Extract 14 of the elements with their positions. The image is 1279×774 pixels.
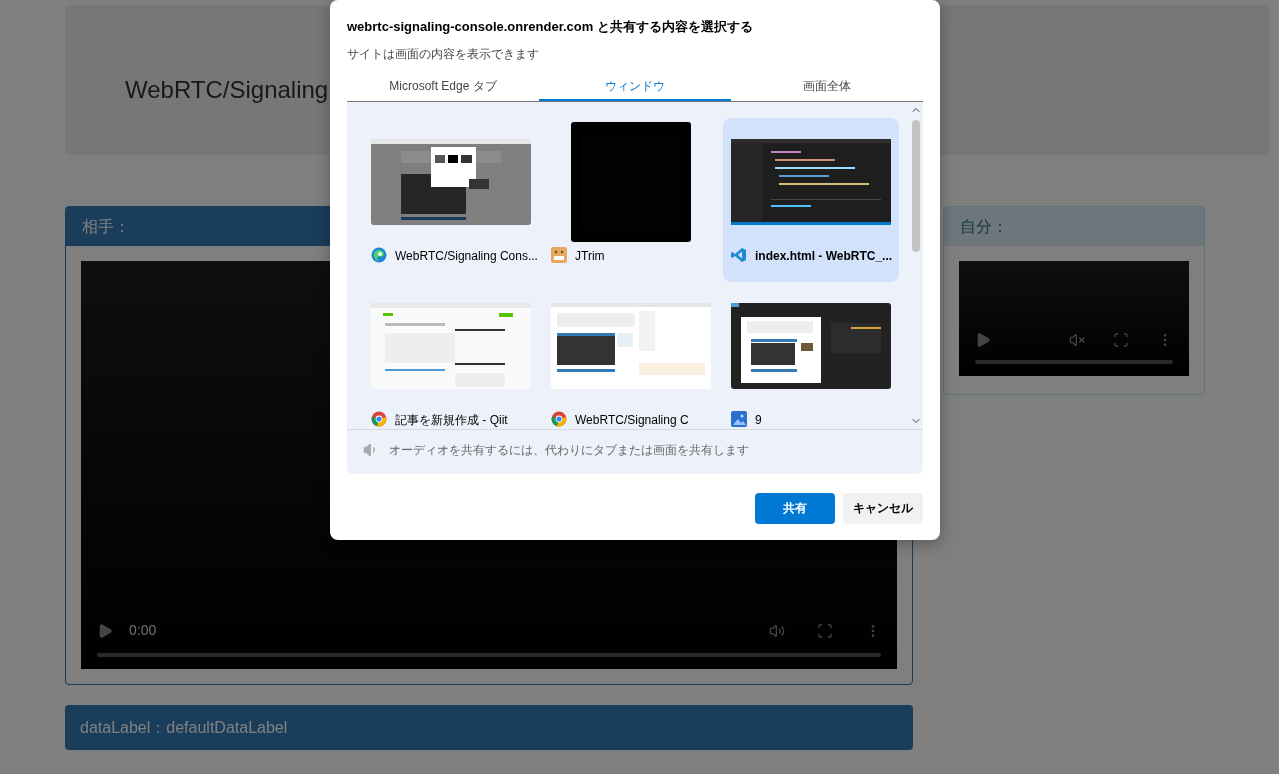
window-label: WebRTC/Signaling C	[575, 411, 689, 429]
window-label: index.html - WebRTC_...	[755, 247, 893, 265]
window-label: WebRTC/Signaling Cons...	[395, 247, 538, 265]
audio-note: オーディオを共有するには、代わりにタブまたは画面を共有します	[389, 441, 749, 459]
panel-title: 相手：	[82, 216, 130, 237]
dialog-title: webrtc-signaling-console.onrender.com と共有する内容を選択する	[347, 18, 754, 36]
page-title: WebRTC/Signaling	[125, 75, 329, 105]
panel-title: 自分：	[960, 216, 1008, 237]
window-label: 記事を新規作成 - Qiit	[395, 411, 508, 429]
dialog-subtitle: サイトは画面の内容を表示できます	[347, 45, 540, 63]
data-label: dataLabel：defaultDataLabel	[80, 717, 288, 738]
window-label: 9	[755, 411, 762, 429]
time-display: 0:00	[129, 621, 157, 640]
window-label: JTrim	[575, 247, 605, 265]
